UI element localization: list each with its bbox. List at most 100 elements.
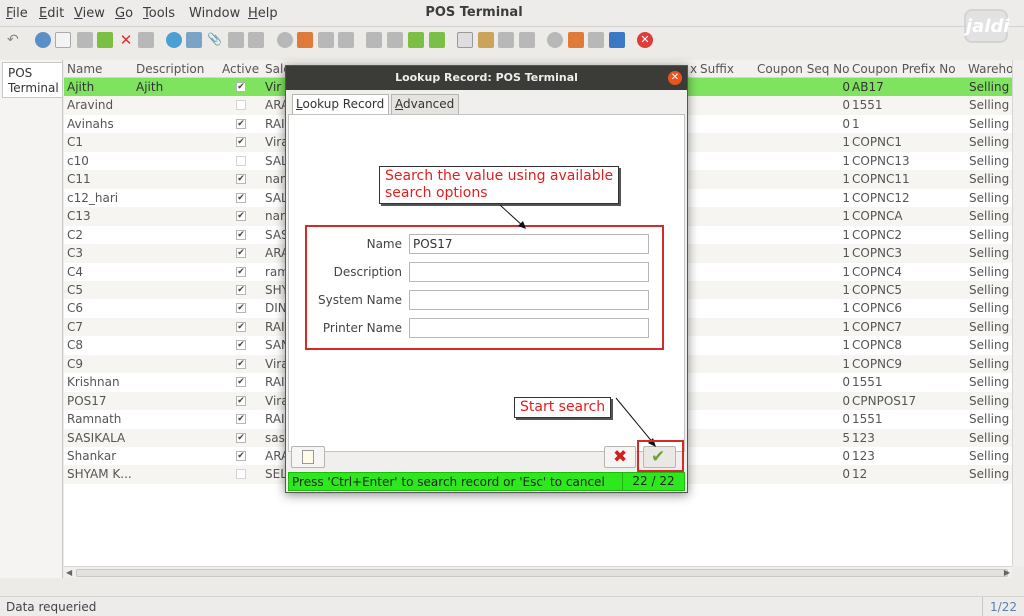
active-checkbox[interactable]: ✔ — [236, 303, 246, 314]
active-checkbox[interactable]: ✔ — [236, 82, 246, 92]
close-window-icon[interactable]: ✕ — [637, 32, 653, 48]
status-bar: Data requeried 1/22 — [0, 596, 1024, 616]
active-checkbox[interactable]: ✔ — [236, 414, 246, 425]
cell-warehouse: Selling — [969, 319, 1010, 334]
print-preview-icon[interactable] — [498, 32, 514, 48]
zoom-across-icon[interactable] — [547, 32, 563, 48]
column-header-name[interactable]: Name — [67, 62, 102, 76]
active-checkbox[interactable]: ✔ — [236, 192, 246, 203]
active-checkbox[interactable]: ✔ — [236, 248, 246, 259]
column-header-description[interactable]: Description — [136, 62, 204, 76]
column-header-warehouse[interactable]: Wareho — [968, 62, 1012, 76]
active-checkbox[interactable]: ✔ — [236, 358, 246, 369]
cell-coupon-prefix-no: 1551 — [852, 375, 883, 390]
horizontal-scrollbar[interactable]: ◀ ▶ — [64, 566, 1012, 578]
active-checkbox[interactable]: ✔ — [236, 321, 246, 332]
tab-advanced[interactable]: Advanced — [391, 94, 459, 114]
cell-coupon-seq-no: 0 — [842, 116, 850, 131]
dialog-close-button[interactable]: ✕ — [668, 71, 682, 85]
help-icon[interactable] — [35, 32, 51, 48]
description-field[interactable] — [409, 262, 649, 282]
chat-icon[interactable] — [228, 32, 244, 48]
new-query-button[interactable] — [291, 446, 325, 468]
cell-warehouse: Selling — [969, 246, 1010, 261]
previous-record-icon[interactable] — [387, 32, 403, 48]
status-message: Data requeried — [6, 600, 97, 614]
first-record-icon[interactable] — [366, 32, 382, 48]
active-checkbox[interactable]: ✔ — [236, 229, 246, 240]
scroll-left-icon[interactable]: ◀ — [66, 568, 72, 577]
active-checkbox[interactable]: ✔ — [236, 211, 246, 222]
tab-pos-terminal[interactable]: POS Terminal — [2, 62, 62, 98]
copy-record-icon[interactable] — [77, 32, 93, 48]
active-checkbox[interactable]: ✔ — [236, 174, 246, 185]
tab-lookup-record[interactable]: Lookup Record — [292, 94, 389, 115]
archive-icon[interactable] — [478, 32, 494, 48]
active-checkbox[interactable]: ✔ — [236, 451, 246, 461]
system-name-field[interactable] — [409, 290, 649, 310]
cell-sales-rep: RAI — [265, 375, 285, 390]
undo-icon[interactable]: ↶ — [7, 32, 23, 48]
dialog-status-message: Press 'Ctrl+Enter' to search record or '… — [292, 475, 605, 489]
cell-coupon-seq-no: 1 — [842, 282, 850, 297]
column-header-suffix[interactable]: Suffix — [700, 62, 734, 76]
search-callout: Search the value using available search … — [379, 166, 620, 204]
product-info-icon[interactable] — [588, 32, 604, 48]
cell-name: C1 — [67, 135, 84, 150]
active-checkbox[interactable]: ✔ — [236, 340, 246, 351]
active-checkbox[interactable] — [236, 469, 246, 480]
active-checkbox[interactable]: ✔ — [236, 118, 246, 129]
cell-coupon-seq-no: 1 — [842, 301, 850, 316]
window-icon[interactable] — [609, 32, 625, 48]
cell-name: SHYAM K... — [67, 467, 132, 482]
cell-warehouse: Selling — [969, 375, 1010, 390]
cell-coupon-seq-no: 1 — [842, 319, 850, 334]
active-checkbox[interactable]: ✔ — [236, 377, 246, 388]
cell-warehouse: Selling — [969, 393, 1010, 408]
printer-name-field[interactable] — [409, 318, 649, 338]
active-checkbox[interactable]: ✔ — [236, 432, 246, 443]
active-checkbox[interactable]: ✔ — [236, 395, 246, 406]
find-icon[interactable] — [186, 32, 202, 48]
history-icon[interactable] — [277, 32, 293, 48]
parent-record-icon[interactable] — [318, 32, 334, 48]
active-checkbox[interactable] — [236, 155, 246, 166]
home-icon[interactable] — [297, 32, 313, 48]
column-header-active[interactable]: Active — [222, 62, 259, 76]
column-header-x[interactable]: x — [690, 62, 697, 76]
last-record-icon[interactable] — [429, 32, 445, 48]
grid-toggle-icon[interactable] — [248, 32, 264, 48]
column-header-coupon-prefix-no[interactable]: Coupon Prefix No — [852, 62, 956, 76]
attachment-icon[interactable]: 📎 — [207, 32, 223, 48]
cell-sales-rep: RAI — [265, 319, 285, 334]
scroll-right-icon[interactable]: ▶ — [1004, 568, 1010, 577]
name-field[interactable] — [409, 234, 649, 254]
cell-coupon-prefix-no: COPNC5 — [852, 282, 903, 297]
active-checkbox[interactable]: ✔ — [236, 266, 246, 277]
cell-warehouse: Selling — [969, 209, 1010, 224]
active-checkbox[interactable]: ✔ — [236, 137, 246, 148]
workflow-icon[interactable] — [568, 32, 584, 48]
column-header-coupon-seq-no[interactable]: Coupon Seq No — [757, 62, 849, 76]
horizontal-scroll-thumb[interactable] — [76, 569, 1008, 577]
active-checkbox[interactable] — [236, 100, 246, 111]
refresh-icon[interactable] — [166, 32, 182, 48]
active-checkbox[interactable]: ✔ — [236, 284, 246, 295]
cell-sales-rep: DIN — [265, 301, 287, 316]
delete-icon[interactable]: ✕ — [118, 32, 134, 48]
new-record-icon[interactable] — [55, 32, 71, 48]
cell-coupon-seq-no: 0 — [842, 449, 850, 463]
save-icon[interactable] — [97, 32, 113, 48]
print-icon[interactable] — [519, 32, 535, 48]
report-icon[interactable] — [457, 32, 473, 48]
dialog-record-count: 22 / 22 — [622, 473, 684, 490]
delete-multi-icon[interactable] — [138, 32, 154, 48]
next-record-icon[interactable] — [408, 32, 424, 48]
form-row-description: Description — [289, 262, 684, 284]
detail-record-icon[interactable] — [338, 32, 354, 48]
cell-warehouse: Selling — [969, 135, 1010, 150]
cell-coupon-seq-no: 1 — [842, 172, 850, 187]
cell-warehouse: Selling — [969, 116, 1010, 131]
cell-name: SASIKALA — [67, 430, 126, 445]
vertical-scrollbar[interactable] — [1012, 60, 1024, 566]
